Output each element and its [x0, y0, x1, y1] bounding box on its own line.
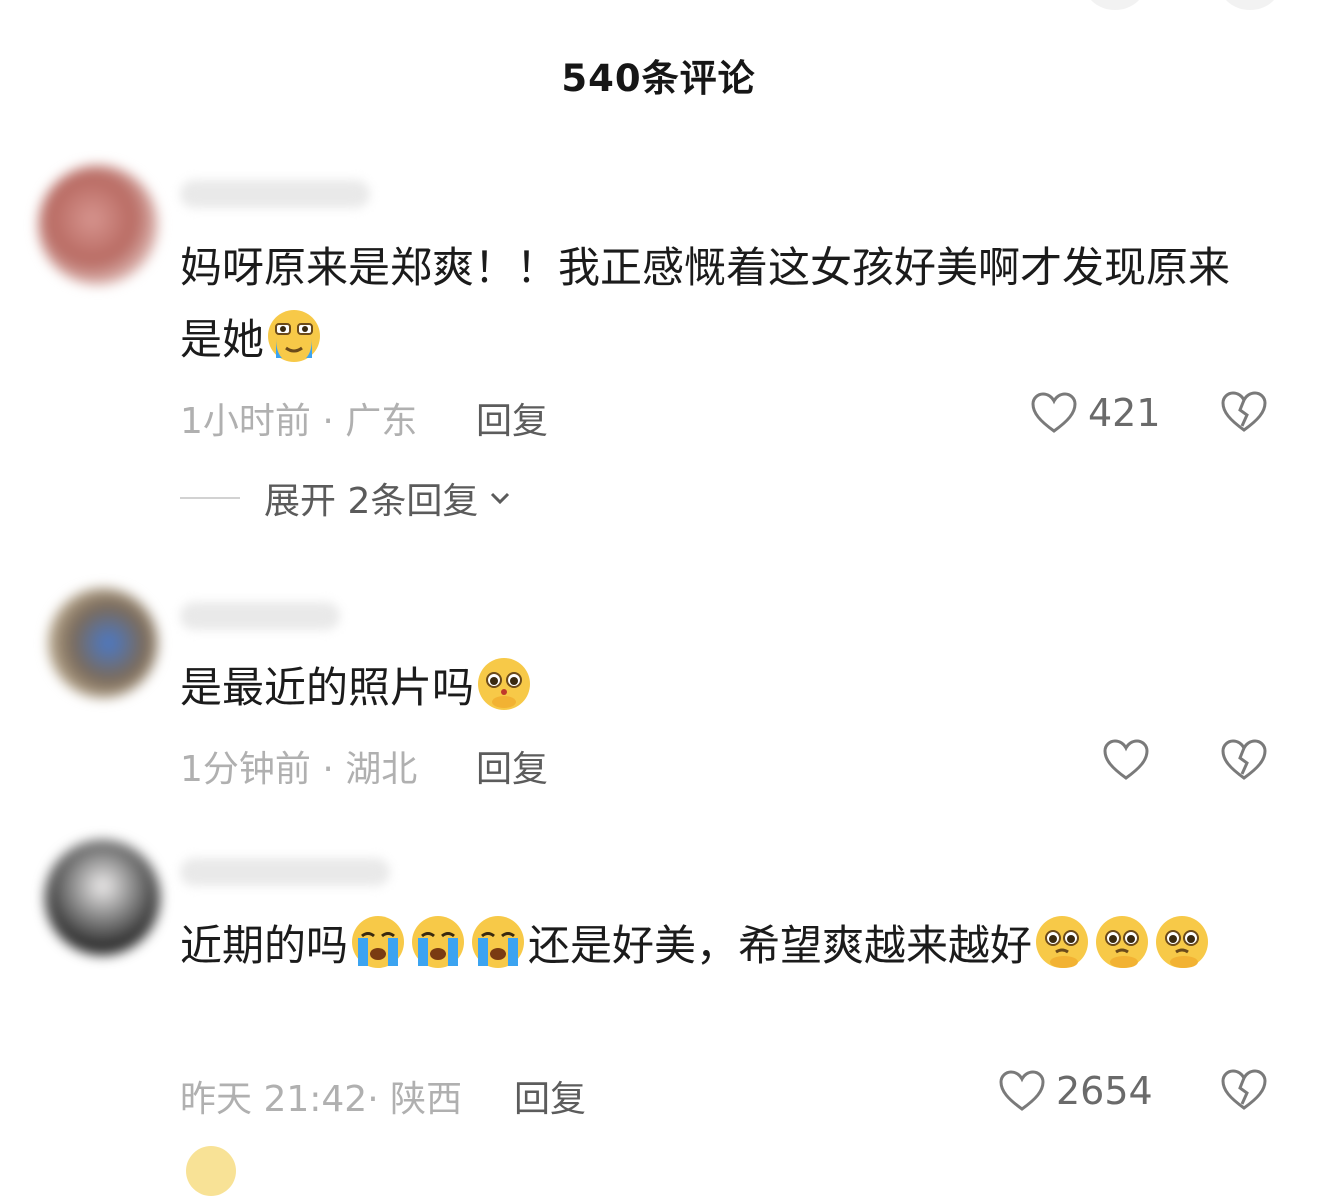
- like-button[interactable]: 2654: [998, 1066, 1153, 1116]
- comment-text: 妈呀原来是郑爽！！我正感慨着这女孩好美啊才发现原来是她: [180, 232, 1260, 376]
- like-button[interactable]: 421: [1030, 388, 1161, 438]
- chevron-down-icon: [488, 490, 512, 506]
- username-blurred[interactable]: [180, 858, 390, 886]
- top-more-circle[interactable]: [1220, 0, 1280, 10]
- comment-text-part: 近期的吗: [180, 921, 349, 970]
- avatar[interactable]: [48, 588, 158, 698]
- top-close-circle[interactable]: [1085, 0, 1145, 10]
- heart-icon: [998, 1069, 1046, 1113]
- pleading-face-emoji: [1156, 916, 1209, 968]
- comment-text-part: 妈呀原来是郑爽！！我正感慨着这女孩好美啊才发现原来是她: [180, 243, 1231, 364]
- crying-face-emoji: [268, 310, 321, 362]
- username-blurred[interactable]: [180, 180, 370, 208]
- shy-face-emoji: [478, 658, 531, 710]
- reply-button[interactable]: 回复: [514, 1070, 586, 1122]
- loudly-crying-emoji: [352, 916, 405, 968]
- expand-replies[interactable]: 展开 2条回复: [180, 472, 512, 524]
- heart-icon: [1030, 391, 1078, 435]
- time-location: 1分钟前 · 湖北: [180, 749, 418, 790]
- pleading-face-emoji: [1036, 916, 1089, 968]
- comments-count-title: 540条评论: [561, 57, 756, 100]
- broken-heart-icon[interactable]: [1220, 390, 1268, 434]
- time-location: 1小时前 · 广东: [180, 401, 418, 442]
- avatar[interactable]: [38, 165, 158, 285]
- reply-button[interactable]: 回复: [476, 392, 548, 444]
- expand-replies-label: 展开 2条回复: [264, 481, 479, 522]
- loudly-crying-emoji: [412, 916, 465, 968]
- comment-text: 是最近的照片吗: [180, 652, 1260, 724]
- like-count: 2654: [1056, 1069, 1153, 1113]
- comment-text-part: 还是好美，希望爽越来越好: [528, 921, 1033, 970]
- divider: [180, 497, 240, 499]
- pleading-face-emoji: [1096, 916, 1149, 968]
- next-comment-emoji-peek: [186, 1146, 236, 1196]
- broken-heart-icon[interactable]: [1220, 1068, 1268, 1112]
- comment-text: 近期的吗 还是好美，希望爽越来越好: [180, 910, 1260, 982]
- time-location: 昨天 21:42· 陕西: [180, 1079, 463, 1120]
- like-button[interactable]: [1102, 735, 1160, 785]
- broken-heart-icon[interactable]: [1220, 738, 1268, 782]
- reply-button[interactable]: 回复: [476, 740, 548, 792]
- comment-text-part: 是最近的照片吗: [180, 663, 475, 712]
- avatar[interactable]: [45, 840, 160, 955]
- heart-icon: [1102, 738, 1150, 782]
- username-blurred[interactable]: [180, 602, 340, 630]
- like-count: 421: [1088, 391, 1161, 435]
- loudly-crying-emoji: [472, 916, 525, 968]
